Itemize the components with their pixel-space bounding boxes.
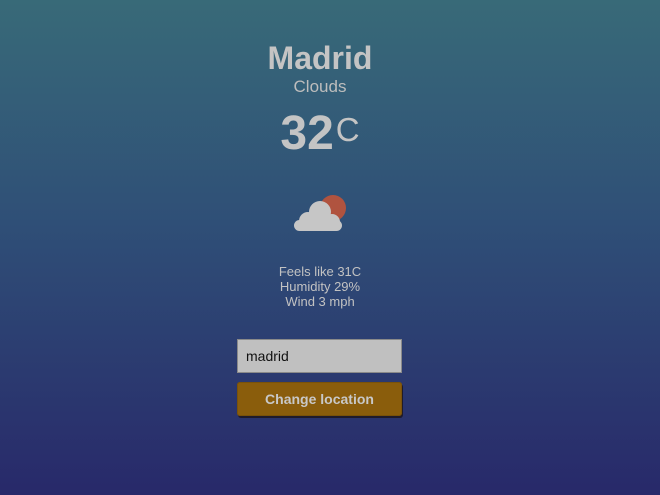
temperature-value: 32 bbox=[280, 107, 334, 160]
weather-condition: Clouds bbox=[293, 77, 347, 96]
change-location-button[interactable]: Change location bbox=[237, 382, 402, 416]
temperature-display: 32C bbox=[0, 106, 640, 173]
location-input[interactable] bbox=[237, 339, 402, 373]
city-name: Madrid bbox=[267, 40, 373, 76]
feels-like-text: Feels like 31C bbox=[278, 264, 362, 279]
humidity-text: Humidity 29% bbox=[279, 279, 361, 294]
weather-details: Feels like 31C Humidity 29% Wind 3 mph bbox=[0, 264, 640, 309]
cloud-sun-icon bbox=[294, 195, 346, 231]
temperature-unit: C bbox=[335, 111, 360, 148]
wind-text: Wind 3 mph bbox=[285, 294, 355, 309]
